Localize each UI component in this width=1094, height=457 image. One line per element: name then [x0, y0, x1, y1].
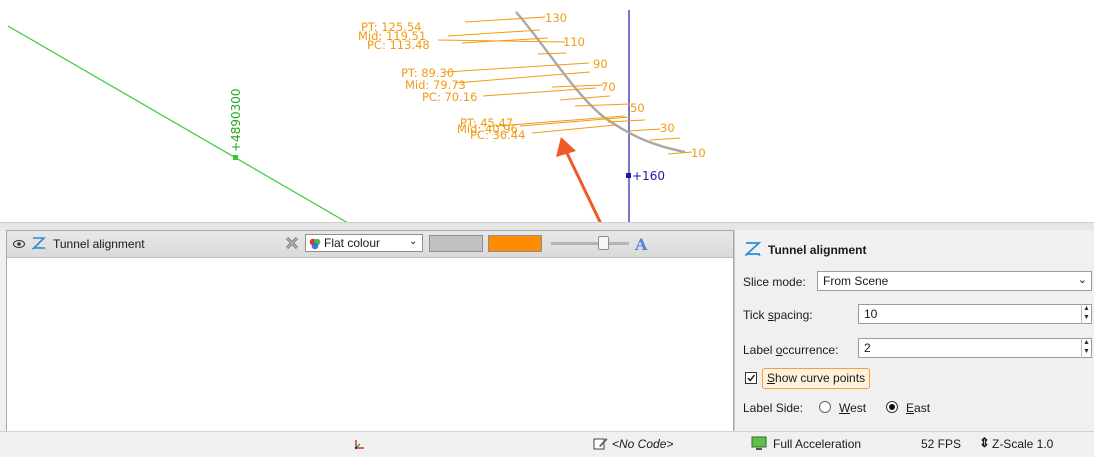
tick-labels: 130 110 90 70 50 30 10 [545, 11, 706, 160]
color-mode-icon [308, 237, 322, 251]
label-occurrence-label: Label occurrence: [743, 343, 839, 357]
blue-station-marker [626, 173, 631, 178]
curve-label-pc-2: PC: 70.16 [422, 90, 477, 104]
text-label-icon[interactable]: A [635, 235, 647, 254]
green-station-marker [233, 155, 238, 160]
edit-code-icon[interactable] [593, 436, 608, 451]
blue-station-label: +160 [632, 169, 665, 183]
layer-row[interactable]: Tunnel alignment Flat colour ⌄ A [7, 231, 733, 258]
label-occurrence-value: 2 [864, 341, 871, 355]
color-mode-label: Flat colour [324, 236, 381, 250]
layer-list-panel: Tunnel alignment Flat colour ⌄ A [6, 230, 734, 432]
label-side-east-radio[interactable] [886, 401, 898, 413]
opacity-slider[interactable] [551, 242, 629, 245]
tick-spacing-label: Tick spacing: [743, 308, 813, 322]
fps-status: 52 FPS [921, 437, 962, 451]
color-mode-select[interactable]: Flat colour ⌄ [305, 234, 423, 252]
color-swatch-1[interactable] [429, 235, 483, 252]
show-curve-points-checkbox[interactable] [745, 372, 757, 384]
tunnel-alignment-icon [744, 240, 762, 258]
curve-point-labels: PT: 125.54 Mid: 119.51 PC: 113.48 PT: 89… [358, 20, 525, 142]
tick-label-10: 10 [691, 146, 706, 160]
tunnel-alignment-icon [31, 235, 47, 251]
label-side-east-label[interactable]: East [906, 401, 930, 415]
tick-spacing-input[interactable]: 10 ▲ ▼ [858, 304, 1092, 324]
curve-label-pc-1: PC: 113.48 [367, 38, 430, 52]
z-scale-status[interactable]: Z-Scale 1.0 [992, 437, 1053, 451]
radio-dot [889, 404, 895, 410]
label-occurrence-input[interactable]: 2 ▲ ▼ [858, 338, 1092, 358]
chevron-down-icon: ⌄ [1077, 274, 1087, 286]
remove-layer-icon[interactable] [284, 235, 300, 251]
green-alignment-line [7, 25, 349, 224]
tick-spacing-stepper[interactable]: ▲ ▼ [1081, 304, 1091, 324]
eye-icon[interactable] [13, 238, 25, 248]
tick-label-130: 130 [545, 11, 567, 25]
properties-panel: Tunnel alignment Slice mode: From Scene … [734, 230, 1094, 430]
layer-name: Tunnel alignment [53, 237, 145, 251]
color-swatch-2[interactable] [488, 235, 542, 252]
scene-canvas: +4890300 +160 PT: 125.54 Mid: 119.51 PC:… [7, 10, 706, 228]
slice-mode-select[interactable]: From Scene ⌄ [817, 271, 1092, 291]
curve-label-pc-3: PC: 36.44 [470, 128, 525, 142]
axes-icon [354, 438, 366, 450]
tick-label-110: 110 [563, 35, 585, 49]
tick-label-50: 50 [630, 101, 645, 115]
chevron-down-icon: ⌄ [409, 236, 418, 247]
tick-spacing-value: 10 [864, 307, 878, 321]
green-station-label: +4890300 [229, 89, 243, 153]
label-side-west-radio[interactable] [819, 401, 831, 413]
tick-label-90: 90 [593, 57, 608, 71]
label-side-label: Label Side: [743, 401, 804, 415]
scene-view[interactable]: +4890300 +160 PT: 125.54 Mid: 119.51 PC:… [0, 0, 1094, 228]
status-bar: <No Code> Full Acceleration 52 FPS ⇕ Z-S… [0, 431, 1094, 457]
label-side-west-label[interactable]: West [839, 401, 866, 415]
tick-label-30: 30 [660, 121, 675, 135]
slice-mode-label: Slice mode: [743, 275, 806, 289]
tick-label-70: 70 [601, 80, 616, 94]
z-scale-icon[interactable]: ⇕ [979, 435, 990, 451]
acceleration-status: Full Acceleration [773, 437, 862, 451]
monitor-icon [751, 436, 767, 451]
label-occurrence-stepper[interactable]: ▲ ▼ [1081, 338, 1091, 358]
properties-title: Tunnel alignment [768, 243, 867, 257]
code-status[interactable]: <No Code> [612, 437, 673, 451]
show-curve-points-label[interactable]: Show curve points [762, 368, 871, 389]
slice-mode-value: From Scene [823, 274, 889, 288]
opacity-slider-thumb[interactable] [598, 236, 609, 250]
